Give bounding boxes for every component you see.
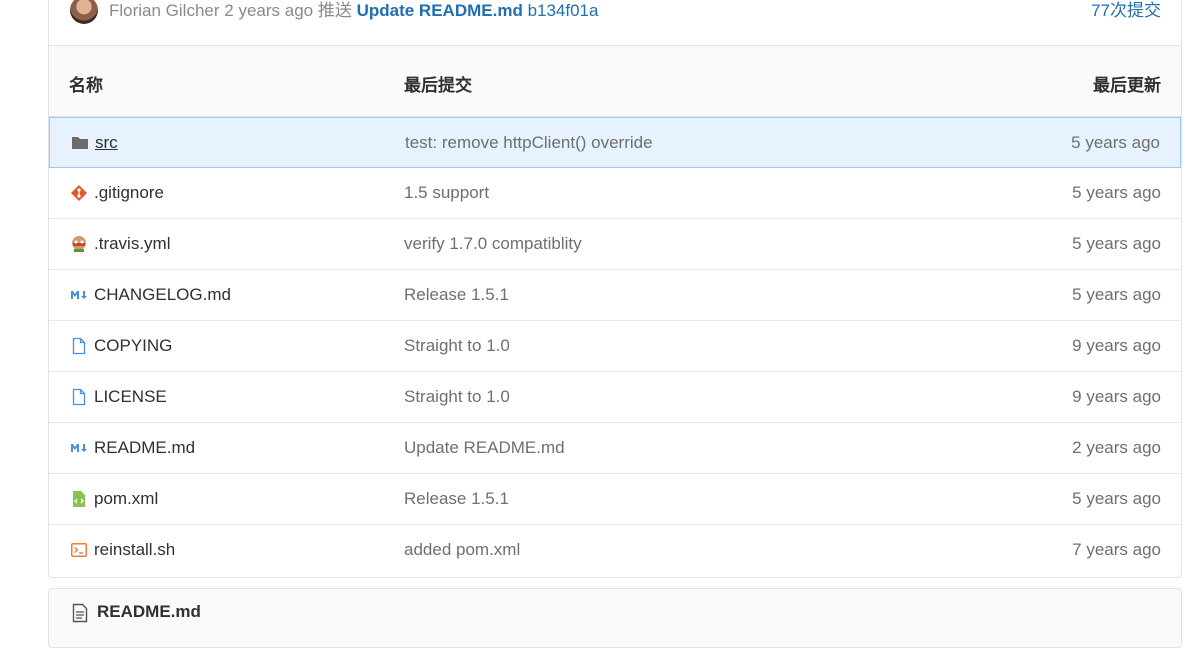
table-row[interactable]: COPYING Straight to 1.0 9 years ago [49, 321, 1181, 372]
updated-time: 5 years ago [1072, 285, 1161, 304]
markdown-icon [71, 291, 87, 299]
header-last-commit: 最后提交 [404, 76, 472, 95]
commit-message-link[interactable]: Release 1.5.1 [404, 489, 509, 509]
file-name-link[interactable]: COPYING [94, 336, 172, 356]
commit-message-link[interactable]: Update README.md [357, 1, 523, 20]
table-row[interactable]: src test: remove httpClient() override 5… [49, 117, 1181, 168]
table-header: 名称 最后提交 最后更新 [49, 46, 1181, 117]
file-name-link[interactable]: reinstall.sh [94, 540, 175, 560]
avatar[interactable] [70, 0, 98, 24]
terminal-icon [71, 543, 87, 557]
commit-summary: Florian Gilcher 2 years ago 推送 Update RE… [109, 0, 598, 22]
commit-message-link[interactable]: Straight to 1.0 [404, 336, 510, 356]
commit-message-link[interactable]: added pom.xml [404, 540, 520, 560]
updated-time: 7 years ago [1072, 540, 1161, 559]
markdown-icon [71, 444, 87, 452]
commit-author[interactable]: Florian Gilcher [109, 1, 220, 20]
updated-time: 5 years ago [1072, 234, 1161, 253]
file-name-link[interactable]: README.md [94, 438, 195, 458]
file-name-link[interactable]: LICENSE [94, 387, 167, 407]
file-icon [72, 388, 86, 406]
table-row[interactable]: README.md Update README.md 2 years ago [49, 423, 1181, 474]
header-name: 名称 [69, 76, 103, 95]
updated-time: 5 years ago [1072, 489, 1161, 508]
file-table: 名称 最后提交 最后更新 src test: remove httpClient… [48, 45, 1182, 578]
last-commit-bar: Florian Gilcher 2 years ago 推送 Update RE… [48, 0, 1182, 46]
travis-icon [72, 236, 86, 252]
table-row[interactable]: .travis.yml verify 1.7.0 compatiblity 5 … [49, 219, 1181, 270]
document-icon [72, 603, 88, 623]
commit-verb: 推送 [317, 1, 352, 20]
table-row[interactable]: .gitignore 1.5 support 5 years ago [49, 168, 1181, 219]
commit-message-link[interactable]: 1.5 support [404, 183, 489, 203]
commit-message-link[interactable]: Release 1.5.1 [404, 285, 509, 305]
commit-hash-link[interactable]: b134f01a [528, 1, 599, 20]
readme-title[interactable]: README.md [97, 602, 201, 622]
table-row[interactable]: reinstall.sh added pom.xml 7 years ago [49, 525, 1181, 576]
commit-message-link[interactable]: Update README.md [404, 438, 565, 458]
commit-message-link[interactable]: test: remove httpClient() override [405, 133, 653, 153]
updated-time: 5 years ago [1072, 183, 1161, 202]
folder-icon [72, 137, 88, 149]
file-name-link[interactable]: pom.xml [94, 489, 158, 509]
file-name-link[interactable]: .gitignore [94, 183, 164, 203]
file-name-link[interactable]: .travis.yml [94, 234, 171, 254]
file-name-link[interactable]: src [95, 133, 118, 153]
header-last-updated: 最后更新 [1093, 76, 1161, 95]
file-icon [72, 337, 86, 355]
commit-message-link[interactable]: verify 1.7.0 compatiblity [404, 234, 582, 254]
git-icon [71, 185, 87, 201]
table-row[interactable]: LICENSE Straight to 1.0 9 years ago [49, 372, 1181, 423]
commit-message-link[interactable]: Straight to 1.0 [404, 387, 510, 407]
commits-count-link[interactable]: 77次提交 [1091, 0, 1161, 22]
table-row[interactable]: pom.xml Release 1.5.1 5 years ago [49, 474, 1181, 525]
updated-time: 9 years ago [1072, 387, 1161, 406]
xml-icon [73, 491, 85, 507]
updated-time: 2 years ago [1072, 438, 1161, 457]
updated-time: 5 years ago [1071, 133, 1160, 152]
table-row[interactable]: CHANGELOG.md Release 1.5.1 5 years ago [49, 270, 1181, 321]
file-name-link[interactable]: CHANGELOG.md [94, 285, 231, 305]
readme-panel: README.md [48, 588, 1182, 648]
commit-time: 2 years ago [224, 1, 314, 20]
updated-time: 9 years ago [1072, 336, 1161, 355]
